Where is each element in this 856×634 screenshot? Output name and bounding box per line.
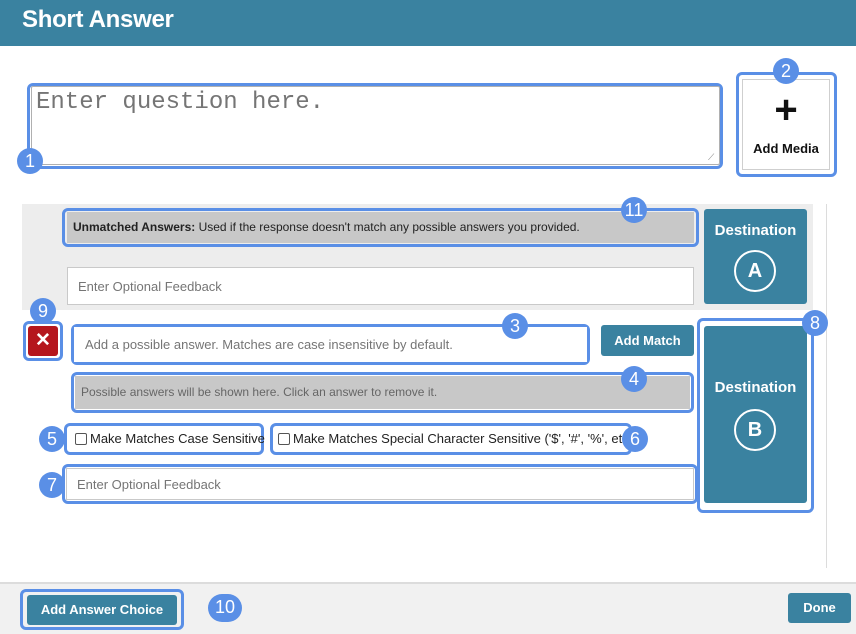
add-media-label: Add Media [753,141,819,156]
case-sensitive-option[interactable]: Make Matches Case Sensitive [75,431,265,446]
special-char-checkbox[interactable] [278,433,290,445]
annotation-badge-8: 8 [802,310,828,336]
add-match-button[interactable]: Add Match [601,325,694,356]
case-sensitive-label: Make Matches Case Sensitive [90,431,265,446]
destination-a-letter: A [734,250,776,292]
add-media-button[interactable]: + Add Media [742,79,830,170]
annotation-badge-10: 10 [208,594,242,622]
annotation-badge-9: 9 [30,298,56,324]
choice-feedback-input[interactable] [66,468,694,500]
special-char-label: Make Matches Special Character Sensitive… [293,431,637,446]
question-input[interactable] [31,86,720,165]
possible-answers-list: Possible answers will be shown here. Cli… [75,376,690,409]
done-button[interactable]: Done [788,593,851,623]
destination-a-button[interactable]: Destination A [704,209,807,304]
unmatched-answers-description: Used if the response doesn't match any p… [195,220,580,234]
annotation-badge-2: 2 [773,58,799,84]
annotation-badge-6: 6 [622,426,648,452]
destination-b-label: Destination [714,379,797,396]
case-sensitive-checkbox[interactable] [75,433,87,445]
annotation-badge-1: 1 [17,148,43,174]
destination-b-letter: B [734,409,776,451]
unmatched-answers-info: Unmatched Answers: Used if the response … [67,212,694,243]
resize-grip-icon[interactable]: ⟋ [708,152,718,162]
scroll-divider [826,204,827,568]
annotation-badge-5: 5 [39,426,65,452]
unmatched-feedback-input[interactable] [67,267,694,305]
destination-b-button[interactable]: Destination B [704,326,807,503]
special-char-option[interactable]: Make Matches Special Character Sensitive… [278,431,637,446]
delete-answer-choice-button[interactable]: ✕ [28,326,58,356]
plus-icon: + [774,88,798,132]
dialog-header: Short Answer [0,0,856,46]
destination-a-label: Destination [714,222,797,239]
close-icon: ✕ [35,330,51,351]
annotation-badge-3: 3 [502,313,528,339]
annotation-badge-4: 4 [621,366,647,392]
annotation-badge-7: 7 [39,472,65,498]
dialog-title: Short Answer [22,6,174,33]
add-answer-choice-button[interactable]: Add Answer Choice [27,595,177,625]
annotation-badge-11: 11 [621,197,647,223]
unmatched-answers-title: Unmatched Answers: [73,220,196,234]
